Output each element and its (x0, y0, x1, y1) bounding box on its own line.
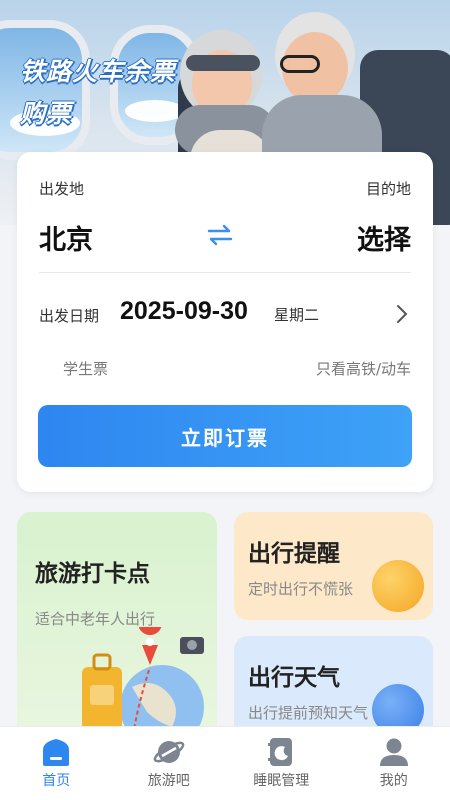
cloud (125, 100, 185, 122)
to-city[interactable]: 选择 (357, 218, 411, 257)
nav-item-home[interactable]: 首页 (0, 727, 113, 800)
tile-subtitle: 适合中老年人出行 (35, 610, 156, 628)
highspeed-only-option[interactable]: 只看高铁/动车 (316, 358, 411, 379)
nav-label: 睡眠管理 (253, 773, 310, 789)
user-icon (379, 738, 408, 766)
departure-date[interactable]: 2025-09-30 (120, 297, 248, 326)
nav-item-profile[interactable]: 我的 (338, 727, 450, 800)
tile-title: 出行天气 (248, 665, 340, 691)
sleep-icon (268, 738, 293, 766)
tile-title: 出行提醒 (248, 541, 340, 567)
home-icon (43, 739, 70, 766)
glasses (280, 55, 320, 73)
reminder-orb-icon (372, 560, 424, 612)
tile-subtitle: 出行提前预知天气 (248, 704, 369, 722)
weekday: 星期二 (274, 306, 320, 324)
tile-title: 旅游打卡点 (35, 561, 150, 587)
travel-spots-tile[interactable]: 旅游打卡点 适合中老年人出行 (17, 512, 217, 742)
date-label: 出发日期 (39, 307, 100, 325)
student-ticket-option[interactable]: 学生票 (63, 358, 108, 379)
banner-title-line1: 铁路火车余票 (20, 57, 177, 86)
booking-card: 出发地 目的地 北京 选择 出发日期 2025-09-30 星期二 学生票 只看… (17, 152, 433, 492)
sleep-mask (186, 55, 260, 71)
nav-label: 旅游吧 (147, 773, 190, 789)
nav-label: 首页 (42, 773, 71, 789)
nav-item-sleep[interactable]: 睡眠管理 (225, 727, 338, 800)
banner-title-line2: 购票 (20, 99, 73, 128)
travel-illustration (82, 627, 204, 742)
to-label: 目的地 (365, 180, 411, 198)
nav-label: 我的 (379, 773, 408, 789)
planet-icon (153, 741, 185, 763)
nav-item-travel[interactable]: 旅游吧 (113, 727, 226, 800)
bottom-nav: 首页 旅游吧 睡眠管理 我的 (0, 726, 450, 800)
from-city[interactable]: 北京 (39, 218, 93, 257)
from-label: 出发地 (39, 180, 85, 198)
chevron-right-icon[interactable] (395, 304, 409, 324)
airplane-window (0, 20, 90, 160)
swap-icon[interactable] (205, 224, 235, 246)
travel-reminder-tile[interactable]: 出行提醒 定时出行不慌张 (234, 512, 433, 620)
tile-subtitle: 定时出行不慌张 (248, 580, 354, 598)
divider (39, 272, 411, 273)
book-now-button[interactable]: 立即订票 (38, 405, 412, 467)
